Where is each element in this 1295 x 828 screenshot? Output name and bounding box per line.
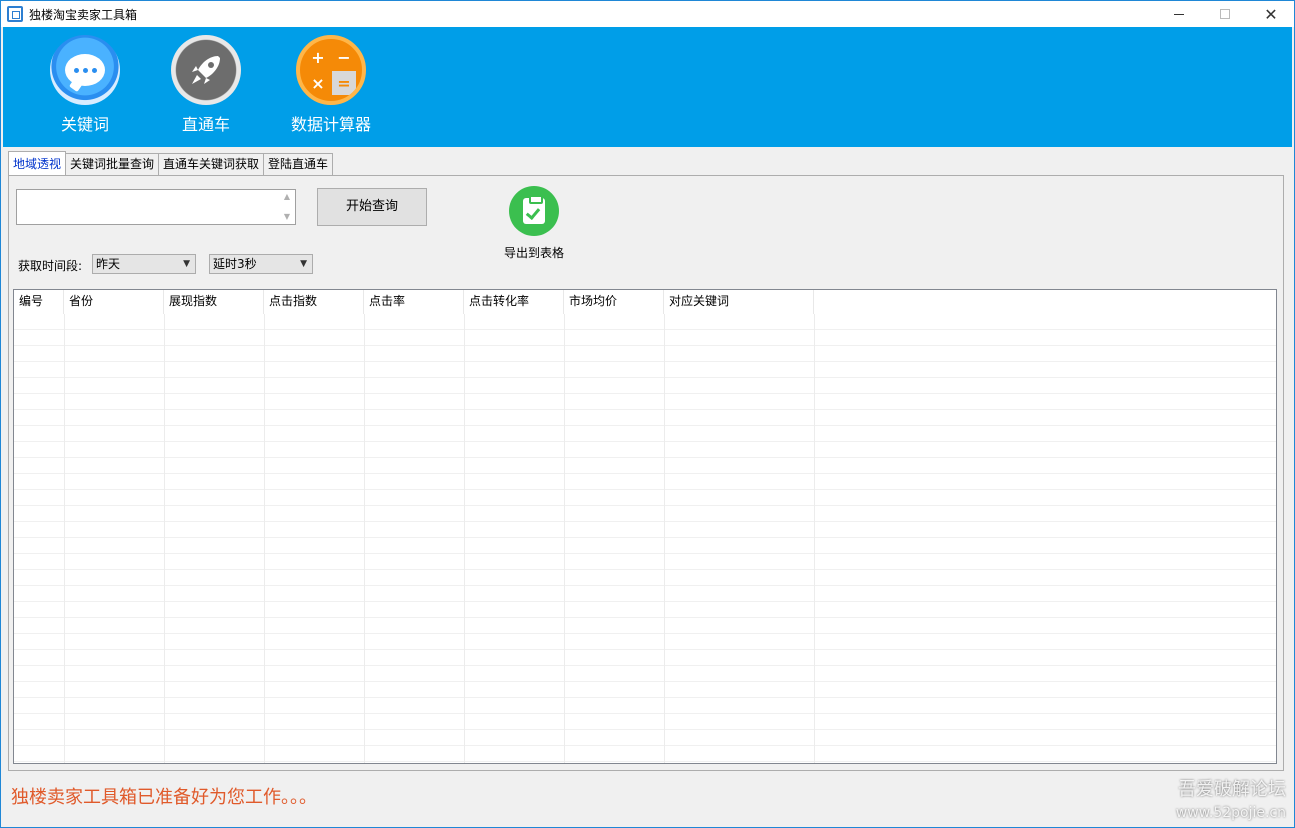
express-tool-button[interactable]: 直通车 [170, 35, 242, 135]
calculator-tool-label: 数据计算器 [290, 115, 371, 134]
app-icon [7, 6, 23, 22]
minus-symbol: − [337, 47, 351, 67]
period-label: 获取时间段: [18, 259, 83, 273]
clipboard-check-icon [509, 186, 559, 236]
column-header[interactable]: 展现指数 [164, 290, 264, 314]
maximize-button[interactable] [1202, 1, 1248, 27]
watermark-title: 吾爱破解论坛 [1178, 779, 1286, 800]
keyword-tool-button[interactable]: 关键词 [49, 35, 121, 135]
title-bar: 独楼淘宝卖家工具箱 ✕ [1, 1, 1294, 27]
scroll-down-icon[interactable]: ▼ [281, 212, 293, 222]
maximize-icon [1220, 9, 1230, 19]
rocket-icon [171, 35, 241, 105]
column-header[interactable]: 编号 [14, 290, 64, 314]
column-header[interactable]: 点击率 [364, 290, 464, 314]
express-tool-label: 直通车 [181, 115, 230, 134]
tab-batch-keyword-query[interactable]: 关键词批量查询 [65, 153, 160, 175]
main-toolbar: 关键词 直通车 + − × = 数据计算器 [3, 27, 1292, 147]
tab-express-keyword-fetch[interactable]: 直通车关键词获取 [158, 153, 265, 175]
app-window: 独楼淘宝卖家工具箱 ✕ 关键词 直通车 + − × = 数据计算器 地域透视 关… [0, 0, 1295, 828]
calculator-icon: + − × = [296, 35, 366, 105]
column-header[interactable]: 对应关键词 [664, 290, 814, 314]
export-button[interactable]: 导出到表格 [499, 186, 569, 261]
status-message: 独楼卖家工具箱已准备好为您工作。。。 [11, 787, 317, 808]
calculator-tool-button[interactable]: + − × = 数据计算器 [285, 35, 377, 135]
keyword-tool-label: 关键词 [60, 115, 109, 134]
start-query-button[interactable]: 开始查询 [317, 188, 427, 226]
period-selected: 昨天 [96, 257, 121, 271]
equals-symbol: = [332, 71, 356, 95]
query-input[interactable]: ▲ ▼ [16, 189, 296, 225]
window-title: 独楼淘宝卖家工具箱 [29, 8, 138, 22]
chat-bubble-icon [50, 35, 120, 105]
plus-symbol: + [311, 47, 325, 67]
watermark-url: www.52pojie.cn [1175, 805, 1286, 821]
times-symbol: × [311, 73, 325, 93]
chevron-down-icon: ▼ [300, 259, 307, 269]
tab-login-express[interactable]: 登陆直通车 [263, 153, 334, 175]
column-header[interactable]: 点击转化率 [464, 290, 564, 314]
scroll-up-icon[interactable]: ▲ [281, 192, 293, 202]
delay-selected: 延时3秒 [213, 257, 257, 271]
close-button[interactable]: ✕ [1248, 1, 1294, 27]
results-table[interactable]: 编号 省份 展现指数 点击指数 点击率 点击转化率 市场均价 对应关键词 [13, 289, 1277, 764]
minimize-icon [1174, 13, 1184, 15]
column-header[interactable]: 省份 [64, 290, 164, 314]
chevron-down-icon: ▼ [183, 259, 190, 269]
column-header[interactable]: 市场均价 [564, 290, 664, 314]
table-header: 编号 省份 展现指数 点击指数 点击率 点击转化率 市场均价 对应关键词 [14, 290, 1276, 314]
tab-strip: 地域透视 关键词批量查询 直通车关键词获取 登陆直通车 [8, 151, 334, 175]
period-select[interactable]: 昨天 ▼ [92, 254, 196, 274]
scroll-arrows[interactable]: ▲ ▼ [281, 192, 293, 222]
export-label: 导出到表格 [503, 246, 564, 260]
delay-select[interactable]: 延时3秒 ▼ [209, 254, 313, 274]
column-header[interactable]: 点击指数 [264, 290, 364, 314]
tab-region-view[interactable]: 地域透视 [8, 151, 67, 175]
table-column-lines [14, 314, 1276, 763]
close-icon: ✕ [1264, 4, 1278, 24]
region-view-panel: ▲ ▼ 开始查询 导出到表格 获取时间段: 昨天 ▼ 延时3秒 ▼ 编号 省份 … [8, 175, 1284, 771]
minimize-button[interactable] [1156, 1, 1202, 27]
